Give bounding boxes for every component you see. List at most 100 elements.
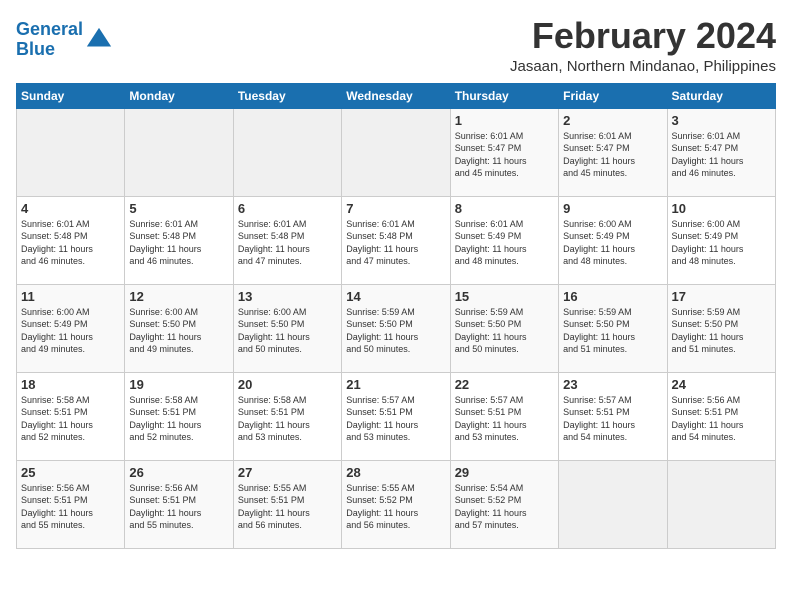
day-info: Sunrise: 5:59 AM Sunset: 5:50 PM Dayligh… [346,306,445,356]
day-number: 6 [238,201,337,216]
day-info: Sunrise: 5:56 AM Sunset: 5:51 PM Dayligh… [129,482,228,532]
header-day: Wednesday [342,83,450,108]
calendar-cell: 7 Sunrise: 6:01 AM Sunset: 5:48 PM Daylig… [342,196,450,284]
header-day: Monday [125,83,233,108]
day-number: 11 [21,289,120,304]
day-info: Sunrise: 6:01 AM Sunset: 5:47 PM Dayligh… [563,130,662,180]
calendar-cell: 20 Sunrise: 5:58 AM Sunset: 5:51 PM Dayli… [233,372,341,460]
day-info: Sunrise: 5:56 AM Sunset: 5:51 PM Dayligh… [21,482,120,532]
day-number: 27 [238,465,337,480]
day-info: Sunrise: 5:57 AM Sunset: 5:51 PM Dayligh… [563,394,662,444]
calendar-cell: 19 Sunrise: 5:58 AM Sunset: 5:51 PM Dayli… [125,372,233,460]
calendar-cell [667,460,775,548]
day-info: Sunrise: 6:00 AM Sunset: 5:50 PM Dayligh… [238,306,337,356]
day-number: 2 [563,113,662,128]
calendar-cell [559,460,667,548]
calendar-cell [342,108,450,196]
day-number: 15 [455,289,554,304]
day-number: 28 [346,465,445,480]
calendar-cell: 18Sunrise: 5:58 AM Sunset: 5:51 PM Dayli… [17,372,125,460]
header-day: Friday [559,83,667,108]
day-info: Sunrise: 5:59 AM Sunset: 5:50 PM Dayligh… [455,306,554,356]
day-number: 22 [455,377,554,392]
header-day: Thursday [450,83,558,108]
calendar-cell [125,108,233,196]
logo: GeneralBlue [16,20,113,60]
calendar-cell [233,108,341,196]
day-number: 14 [346,289,445,304]
day-info: Sunrise: 6:00 AM Sunset: 5:49 PM Dayligh… [672,218,771,268]
day-info: Sunrise: 5:58 AM Sunset: 5:51 PM Dayligh… [21,394,120,444]
calendar-cell: 10 Sunrise: 6:00 AM Sunset: 5:49 PM Dayli… [667,196,775,284]
calendar-week: 25Sunrise: 5:56 AM Sunset: 5:51 PM Dayli… [17,460,776,548]
day-number: 16 [563,289,662,304]
calendar-cell: 24 Sunrise: 5:56 AM Sunset: 5:51 PM Dayli… [667,372,775,460]
day-number: 5 [129,201,228,216]
calendar-cell: 6 Sunrise: 6:01 AM Sunset: 5:48 PM Daylig… [233,196,341,284]
day-number: 26 [129,465,228,480]
day-info: Sunrise: 6:01 AM Sunset: 5:48 PM Dayligh… [21,218,120,268]
day-info: Sunrise: 5:58 AM Sunset: 5:51 PM Dayligh… [238,394,337,444]
day-number: 19 [129,377,228,392]
day-number: 29 [455,465,554,480]
day-info: Sunrise: 5:57 AM Sunset: 5:51 PM Dayligh… [346,394,445,444]
day-number: 8 [455,201,554,216]
calendar-cell: 21Sunrise: 5:57 AM Sunset: 5:51 PM Dayli… [342,372,450,460]
day-number: 10 [672,201,771,216]
calendar-cell: 25Sunrise: 5:56 AM Sunset: 5:51 PM Dayli… [17,460,125,548]
day-info: Sunrise: 6:01 AM Sunset: 5:48 PM Dayligh… [238,218,337,268]
day-number: 4 [21,201,120,216]
day-number: 9 [563,201,662,216]
header-day: Saturday [667,83,775,108]
day-info: Sunrise: 5:55 AM Sunset: 5:51 PM Dayligh… [238,482,337,532]
day-number: 12 [129,289,228,304]
calendar-cell: 4 Sunrise: 6:01 AM Sunset: 5:48 PM Daylig… [17,196,125,284]
day-info: Sunrise: 6:01 AM Sunset: 5:49 PM Dayligh… [455,218,554,268]
day-info: Sunrise: 5:54 AM Sunset: 5:52 PM Dayligh… [455,482,554,532]
calendar-body: 1Sunrise: 6:01 AM Sunset: 5:47 PM Daylig… [17,108,776,548]
day-number: 24 [672,377,771,392]
calendar-cell: 3Sunrise: 6:01 AM Sunset: 5:47 PM Daylig… [667,108,775,196]
calendar-cell: 23 Sunrise: 5:57 AM Sunset: 5:51 PM Dayli… [559,372,667,460]
calendar-cell: 17Sunrise: 5:59 AM Sunset: 5:50 PM Dayli… [667,284,775,372]
day-info: Sunrise: 5:59 AM Sunset: 5:50 PM Dayligh… [672,306,771,356]
calendar-cell: 12Sunrise: 6:00 AM Sunset: 5:50 PM Dayli… [125,284,233,372]
calendar-table: SundayMondayTuesdayWednesdayThursdayFrid… [16,83,776,549]
calendar-subtitle: Jasaan, Northern Mindanao, Philippines [510,58,776,75]
calendar-cell: 2 Sunrise: 6:01 AM Sunset: 5:47 PM Daylig… [559,108,667,196]
calendar-cell: 5 Sunrise: 6:01 AM Sunset: 5:48 PM Daylig… [125,196,233,284]
header-day: Sunday [17,83,125,108]
calendar-cell: 22 Sunrise: 5:57 AM Sunset: 5:51 PM Dayli… [450,372,558,460]
day-info: Sunrise: 6:01 AM Sunset: 5:48 PM Dayligh… [129,218,228,268]
day-number: 13 [238,289,337,304]
logo-text: GeneralBlue [16,20,83,60]
calendar-cell: 29 Sunrise: 5:54 AM Sunset: 5:52 PM Dayli… [450,460,558,548]
day-number: 23 [563,377,662,392]
day-info: Sunrise: 6:00 AM Sunset: 5:49 PM Dayligh… [21,306,120,356]
calendar-cell: 16Sunrise: 5:59 AM Sunset: 5:50 PM Dayli… [559,284,667,372]
calendar-cell: 15 Sunrise: 5:59 AM Sunset: 5:50 PM Dayli… [450,284,558,372]
calendar-week: 1Sunrise: 6:01 AM Sunset: 5:47 PM Daylig… [17,108,776,196]
calendar-week: 18Sunrise: 5:58 AM Sunset: 5:51 PM Dayli… [17,372,776,460]
day-info: Sunrise: 6:01 AM Sunset: 5:48 PM Dayligh… [346,218,445,268]
header-row: SundayMondayTuesdayWednesdayThursdayFrid… [17,83,776,108]
calendar-header: SundayMondayTuesdayWednesdayThursdayFrid… [17,83,776,108]
calendar-cell: 14 Sunrise: 5:59 AM Sunset: 5:50 PM Dayli… [342,284,450,372]
calendar-cell: 8 Sunrise: 6:01 AM Sunset: 5:49 PM Daylig… [450,196,558,284]
calendar-cell: 1Sunrise: 6:01 AM Sunset: 5:47 PM Daylig… [450,108,558,196]
day-info: Sunrise: 5:58 AM Sunset: 5:51 PM Dayligh… [129,394,228,444]
calendar-cell: 9Sunrise: 6:00 AM Sunset: 5:49 PM Daylig… [559,196,667,284]
day-number: 7 [346,201,445,216]
day-info: Sunrise: 5:55 AM Sunset: 5:52 PM Dayligh… [346,482,445,532]
calendar-cell: 11 Sunrise: 6:00 AM Sunset: 5:49 PM Dayli… [17,284,125,372]
day-info: Sunrise: 5:56 AM Sunset: 5:51 PM Dayligh… [672,394,771,444]
logo-icon [85,26,113,54]
day-number: 20 [238,377,337,392]
calendar-week: 4 Sunrise: 6:01 AM Sunset: 5:48 PM Daylig… [17,196,776,284]
title-area: February 2024 Jasaan, Northern Mindanao,… [510,16,776,75]
day-info: Sunrise: 5:57 AM Sunset: 5:51 PM Dayligh… [455,394,554,444]
calendar-week: 11 Sunrise: 6:00 AM Sunset: 5:49 PM Dayli… [17,284,776,372]
calendar-title: February 2024 [510,16,776,56]
calendar-cell: 13 Sunrise: 6:00 AM Sunset: 5:50 PM Dayli… [233,284,341,372]
calendar-cell: 28 Sunrise: 5:55 AM Sunset: 5:52 PM Dayli… [342,460,450,548]
